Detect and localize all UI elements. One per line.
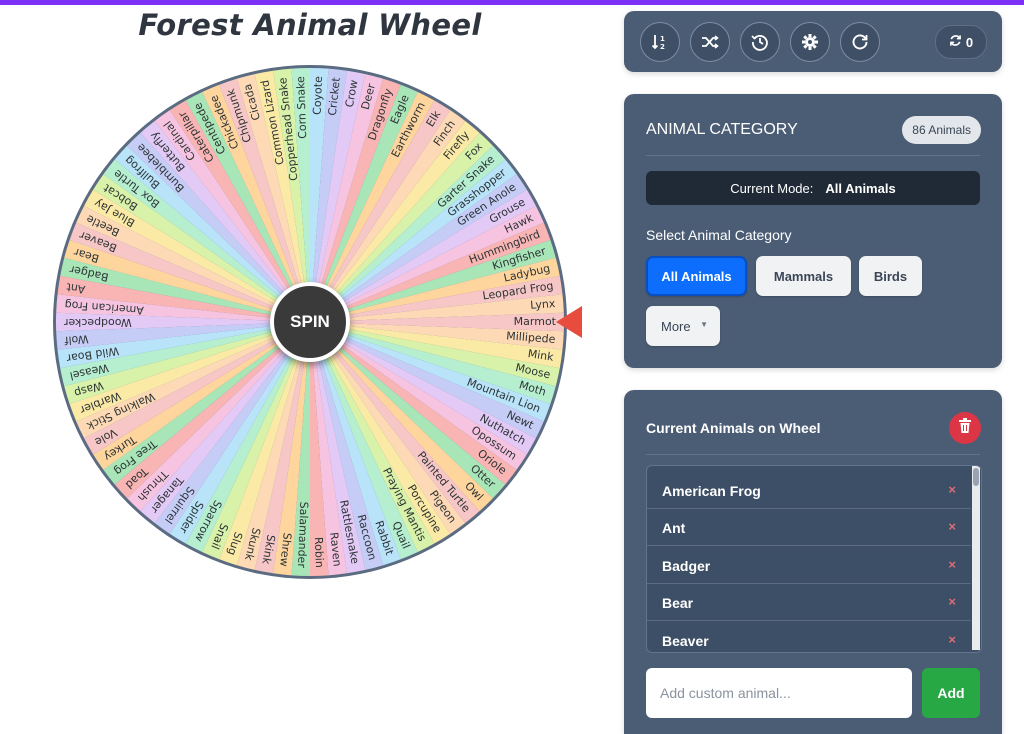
category-mammals-button[interactable]: Mammals	[756, 256, 851, 296]
animal-name: Beaver	[662, 633, 709, 649]
animals-list-title: Current Animals on Wheel	[646, 420, 821, 436]
wheel[interactable]: Marmot Millipede Mink Moose Moth Mountain Lio…	[50, 62, 570, 582]
wheel-segment-label: Woodpecker	[64, 316, 132, 329]
divider	[646, 155, 980, 156]
animal-name: Bear	[662, 595, 694, 611]
wheel-segment-label: Coyote	[311, 76, 325, 115]
remove-icon[interactable]: ×	[948, 519, 956, 534]
spin-counter: 0	[935, 25, 987, 59]
mode-value: All Animals	[825, 180, 896, 196]
select-category-label: Select Animal Category	[646, 227, 792, 243]
remove-icon[interactable]: ×	[948, 482, 956, 497]
clear-all-button[interactable]	[949, 412, 981, 444]
svg-text:2: 2	[660, 43, 665, 51]
list-item: Beaver ×	[647, 622, 971, 652]
list-item: Ant ×	[647, 509, 971, 546]
animal-name: Ant	[662, 520, 686, 536]
animal-name: American Frog	[662, 483, 761, 499]
remove-icon[interactable]: ×	[948, 557, 956, 572]
caret-down-icon: ▼	[700, 320, 708, 329]
category-more-dropdown[interactable]: More ▼	[646, 306, 720, 346]
scrollbar-thumb[interactable]	[973, 468, 979, 486]
more-label: More	[661, 318, 691, 334]
list-item: Bear ×	[647, 584, 971, 621]
trash-icon	[958, 418, 972, 438]
category-title: ANIMAL CATEGORY	[646, 121, 798, 138]
category-birds-button[interactable]: Birds	[859, 256, 922, 296]
wheel-segment-label: Lynx	[530, 297, 556, 312]
list-scrollbar[interactable]	[972, 466, 980, 650]
top-accent-bar	[0, 0, 1024, 5]
sort-numeric-icon[interactable]: 12	[640, 22, 680, 62]
wheel-segment-label: Salamander	[295, 501, 310, 568]
list-item: American Frog ×	[647, 472, 971, 509]
redo-icon[interactable]	[840, 22, 880, 62]
add-button[interactable]: Add	[922, 668, 980, 718]
shuffle-icon[interactable]	[690, 22, 730, 62]
wheel-segment-label: Robin	[312, 537, 326, 568]
animals-list-panel: Current Animals on Wheel American Frog ×…	[624, 390, 1002, 734]
sync-icon	[949, 34, 962, 50]
category-panel: ANIMAL CATEGORY 86 Animals Current Mode:…	[624, 94, 1002, 368]
list-item: Badger ×	[647, 547, 971, 584]
svg-text:1: 1	[660, 35, 665, 43]
animal-name: Badger	[662, 558, 711, 574]
toolbar-panel: 12 0	[624, 11, 1002, 72]
wheel-segment-label: Wolf	[63, 332, 89, 347]
animals-list[interactable]: American Frog × Ant × Badger × Bear × Be…	[646, 465, 982, 653]
history-icon[interactable]	[740, 22, 780, 62]
spin-count: 0	[965, 34, 974, 50]
wheel-segment-label: Corn Snake	[294, 76, 309, 139]
divider	[646, 454, 980, 455]
category-all-button[interactable]: All Animals	[646, 256, 747, 296]
remove-icon[interactable]: ×	[948, 632, 956, 647]
gear-icon[interactable]	[790, 22, 830, 62]
wheel-segment-label: Marmot	[514, 315, 557, 328]
animal-count-badge: 86 Animals	[902, 116, 981, 144]
spin-button[interactable]: SPIN	[270, 282, 350, 362]
custom-animal-input[interactable]	[646, 668, 912, 718]
remove-icon[interactable]: ×	[948, 594, 956, 609]
page-title: Forest Animal Wheel	[138, 8, 482, 42]
mode-label: Current Mode:	[730, 180, 814, 196]
current-mode-bar: Current Mode: All Animals	[646, 171, 980, 205]
wheel-pointer	[556, 306, 582, 338]
